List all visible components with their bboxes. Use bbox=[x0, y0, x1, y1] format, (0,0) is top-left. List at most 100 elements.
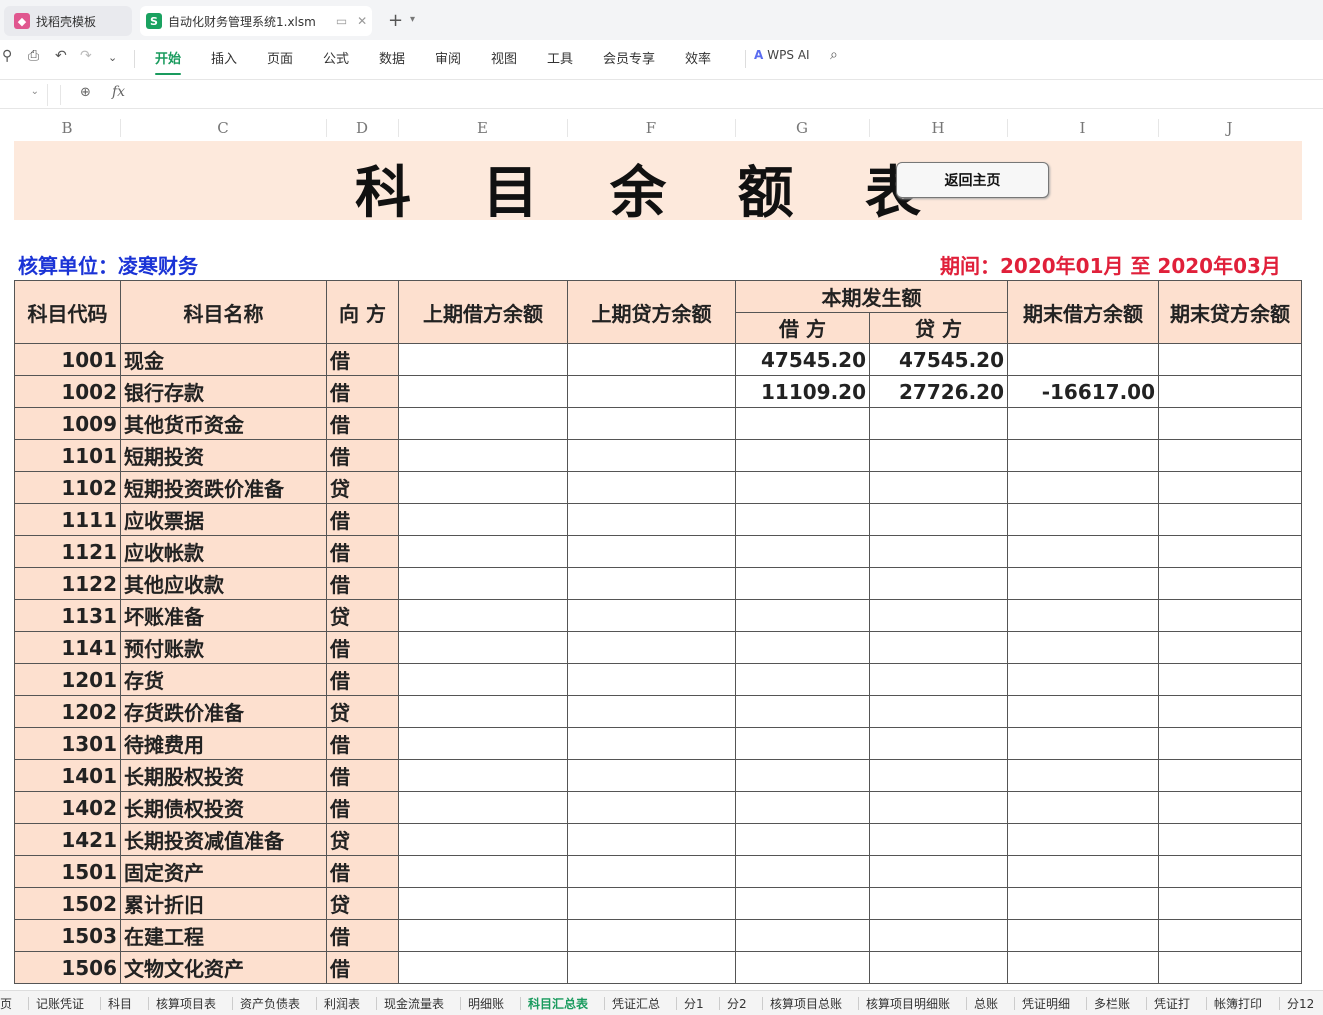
cell-prev-debit[interactable] bbox=[398, 759, 568, 792]
cell-prev-credit[interactable] bbox=[567, 759, 736, 792]
cell-end-credit[interactable] bbox=[1158, 791, 1302, 824]
cell-name[interactable]: 其他应收款 bbox=[120, 567, 327, 600]
cell-debit[interactable] bbox=[735, 439, 870, 472]
sheet-tab[interactable]: 页 bbox=[0, 995, 12, 1012]
cell-code[interactable]: 1301 bbox=[14, 727, 121, 760]
cell-credit[interactable] bbox=[869, 823, 1008, 856]
cell-end-debit[interactable] bbox=[1007, 503, 1159, 536]
sheet-tab[interactable]: 分2 bbox=[727, 995, 747, 1012]
cell-prev-debit[interactable] bbox=[398, 599, 568, 632]
cell-debit[interactable] bbox=[735, 759, 870, 792]
cell-prev-credit[interactable] bbox=[567, 663, 736, 696]
cell-credit[interactable] bbox=[869, 535, 1008, 568]
cell-code[interactable]: 1141 bbox=[14, 631, 121, 664]
cell-direction[interactable]: 借 bbox=[326, 791, 399, 824]
cell-end-credit[interactable] bbox=[1158, 567, 1302, 600]
cell-name[interactable]: 坏账准备 bbox=[120, 599, 327, 632]
cell-prev-credit[interactable] bbox=[567, 695, 736, 728]
sheet-tab[interactable]: 明细账 bbox=[468, 995, 504, 1012]
cell-prev-debit[interactable] bbox=[398, 823, 568, 856]
cell-end-debit[interactable] bbox=[1007, 759, 1159, 792]
cell-debit[interactable] bbox=[735, 791, 870, 824]
cell-prev-debit[interactable] bbox=[398, 727, 568, 760]
cell-credit[interactable]: 47545.20 bbox=[869, 343, 1008, 376]
cell-name[interactable]: 长期债权投资 bbox=[120, 791, 327, 824]
cell-end-debit[interactable] bbox=[1007, 951, 1159, 984]
cell-credit[interactable] bbox=[869, 407, 1008, 440]
cell-code[interactable]: 1202 bbox=[14, 695, 121, 728]
cell-name[interactable]: 长期股权投资 bbox=[120, 759, 327, 792]
cell-direction[interactable]: 贷 bbox=[326, 695, 399, 728]
cell-direction[interactable]: 借 bbox=[326, 343, 399, 376]
cell-end-credit[interactable] bbox=[1158, 503, 1302, 536]
cell-end-debit[interactable] bbox=[1007, 407, 1159, 440]
cell-debit[interactable] bbox=[735, 887, 870, 920]
cell-direction[interactable]: 贷 bbox=[326, 887, 399, 920]
cell-prev-credit[interactable] bbox=[567, 535, 736, 568]
cell-credit[interactable] bbox=[869, 759, 1008, 792]
cell-end-credit[interactable] bbox=[1158, 439, 1302, 472]
cell-prev-credit[interactable] bbox=[567, 471, 736, 504]
cell-debit[interactable] bbox=[735, 727, 870, 760]
cell-credit[interactable] bbox=[869, 663, 1008, 696]
cell-direction[interactable]: 借 bbox=[326, 951, 399, 984]
cell-name[interactable]: 预付账款 bbox=[120, 631, 327, 664]
sheet-tab[interactable]: 多栏账 bbox=[1094, 995, 1130, 1012]
cell-prev-credit[interactable] bbox=[567, 599, 736, 632]
cell-end-debit[interactable] bbox=[1007, 439, 1159, 472]
sheet-tab[interactable]: 科目汇总表 bbox=[528, 995, 588, 1012]
cell-credit[interactable] bbox=[869, 599, 1008, 632]
sheet-tab[interactable]: 分1 bbox=[684, 995, 704, 1012]
cell-name[interactable]: 累计折旧 bbox=[120, 887, 327, 920]
cell-name[interactable]: 固定资产 bbox=[120, 855, 327, 888]
cell-end-credit[interactable] bbox=[1158, 759, 1302, 792]
cell-debit[interactable] bbox=[735, 535, 870, 568]
sheet-tab[interactable]: 帐簿打印 bbox=[1214, 995, 1262, 1012]
cell-prev-debit[interactable] bbox=[398, 791, 568, 824]
cell-direction[interactable]: 借 bbox=[326, 631, 399, 664]
cell-debit[interactable] bbox=[735, 503, 870, 536]
cell-prev-credit[interactable] bbox=[567, 919, 736, 952]
cell-code[interactable]: 1502 bbox=[14, 887, 121, 920]
cell-prev-credit[interactable] bbox=[567, 887, 736, 920]
cell-end-credit[interactable] bbox=[1158, 663, 1302, 696]
sheet-tab[interactable]: 科目 bbox=[108, 995, 132, 1012]
cell-name[interactable]: 存货 bbox=[120, 663, 327, 696]
cell-credit[interactable] bbox=[869, 439, 1008, 472]
cell-end-debit[interactable] bbox=[1007, 855, 1159, 888]
cell-prev-debit[interactable] bbox=[398, 631, 568, 664]
cell-end-credit[interactable] bbox=[1158, 823, 1302, 856]
cell-prev-debit[interactable] bbox=[398, 375, 568, 408]
cell-end-debit[interactable] bbox=[1007, 791, 1159, 824]
cell-credit[interactable] bbox=[869, 951, 1008, 984]
cell-prev-credit[interactable] bbox=[567, 503, 736, 536]
cell-prev-debit[interactable] bbox=[398, 343, 568, 376]
cell-prev-debit[interactable] bbox=[398, 855, 568, 888]
cell-end-debit[interactable]: -16617.00 bbox=[1007, 375, 1159, 408]
return-home-button[interactable]: 返回主页 bbox=[896, 162, 1049, 198]
cell-end-credit[interactable] bbox=[1158, 599, 1302, 632]
cell-debit[interactable] bbox=[735, 631, 870, 664]
cell-code[interactable]: 1001 bbox=[14, 343, 121, 376]
cell-code[interactable]: 1506 bbox=[14, 951, 121, 984]
cell-direction[interactable]: 借 bbox=[326, 727, 399, 760]
cell-debit[interactable] bbox=[735, 951, 870, 984]
cell-code[interactable]: 1111 bbox=[14, 503, 121, 536]
cell-end-debit[interactable] bbox=[1007, 599, 1159, 632]
cell-code[interactable]: 1503 bbox=[14, 919, 121, 952]
cell-code[interactable]: 1101 bbox=[14, 439, 121, 472]
cell-prev-debit[interactable] bbox=[398, 695, 568, 728]
cell-code[interactable]: 1402 bbox=[14, 791, 121, 824]
cell-end-debit[interactable] bbox=[1007, 823, 1159, 856]
cell-debit[interactable] bbox=[735, 599, 870, 632]
cell-code[interactable]: 1009 bbox=[14, 407, 121, 440]
cell-code[interactable]: 1131 bbox=[14, 599, 121, 632]
cell-code[interactable]: 1002 bbox=[14, 375, 121, 408]
cell-name[interactable]: 应收帐款 bbox=[120, 535, 327, 568]
cell-end-credit[interactable] bbox=[1158, 855, 1302, 888]
cell-end-debit[interactable] bbox=[1007, 887, 1159, 920]
cell-direction[interactable]: 贷 bbox=[326, 599, 399, 632]
cell-end-debit[interactable] bbox=[1007, 535, 1159, 568]
cell-direction[interactable]: 贷 bbox=[326, 823, 399, 856]
cell-name[interactable]: 存货跌价准备 bbox=[120, 695, 327, 728]
